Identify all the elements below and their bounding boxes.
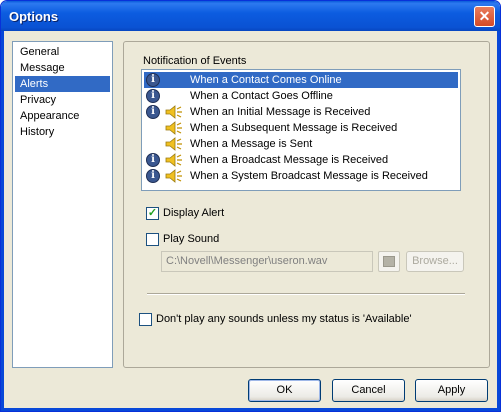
sidebar-item-alerts[interactable]: Alerts (15, 76, 110, 92)
play-sound-button[interactable] (378, 251, 400, 272)
list-item[interactable]: i When an Initial Message is Received (144, 104, 458, 120)
list-item[interactable]: i When a System Broadcast Message is Rec… (144, 168, 458, 184)
event-label: When a System Broadcast Message is Recei… (190, 170, 428, 182)
sidebar-item-general[interactable]: General (15, 44, 110, 60)
display-alert-checkbox[interactable]: ✓ (146, 207, 159, 220)
window-frame-bottom (1, 408, 500, 411)
cancel-button[interactable]: Cancel (332, 379, 405, 402)
event-label: When a Message is Sent (190, 138, 313, 150)
apply-button[interactable]: Apply (415, 379, 488, 402)
info-icon: i (146, 105, 160, 119)
event-label: When an Initial Message is Received (190, 106, 371, 118)
notification-events-label: Notification of Events (143, 55, 247, 67)
category-list[interactable]: General Message Alerts Privacy Appearanc… (12, 41, 113, 368)
divider (147, 293, 465, 295)
ok-button[interactable]: OK (248, 379, 321, 402)
event-label: When a Contact Comes Online (190, 74, 342, 86)
info-icon: i (146, 73, 160, 87)
list-item[interactable]: i When a Contact Goes Offline (144, 88, 458, 104)
window-frame-left (1, 31, 4, 411)
events-list[interactable]: i When a Contact Comes Online i When a C… (141, 69, 461, 191)
speaker-icon (165, 121, 182, 135)
speaker-icon (165, 153, 182, 167)
window-title: Options (9, 9, 59, 24)
status-only-label[interactable]: Don't play any sounds unless my status i… (156, 313, 412, 325)
sidebar-item-appearance[interactable]: Appearance (15, 108, 110, 124)
play-sound-checkbox[interactable] (146, 233, 159, 246)
list-item[interactable]: When a Subsequent Message is Received (144, 120, 458, 136)
sidebar-item-message[interactable]: Message (15, 60, 110, 76)
list-item[interactable]: When a Message is Sent (144, 136, 458, 152)
event-label: When a Contact Goes Offline (190, 90, 333, 102)
play-sound-label[interactable]: Play Sound (163, 233, 219, 245)
sound-swatch-icon (383, 256, 395, 267)
close-icon: ✕ (478, 8, 491, 24)
sound-path-field[interactable]: C:\Novell\Messenger\useron.wav (161, 251, 373, 272)
status-only-checkbox[interactable] (139, 313, 152, 326)
speaker-icon (165, 105, 182, 119)
options-window: Options ✕ General Message Alerts Privacy… (0, 0, 501, 412)
event-label: When a Subsequent Message is Received (190, 122, 398, 134)
speaker-icon (165, 169, 182, 183)
info-icon: i (146, 89, 160, 103)
browse-button[interactable]: Browse... (406, 251, 464, 272)
list-item[interactable]: i When a Contact Comes Online (144, 72, 458, 88)
sidebar-item-privacy[interactable]: Privacy (15, 92, 110, 108)
info-icon: i (146, 153, 160, 167)
list-item[interactable]: i When a Broadcast Message is Received (144, 152, 458, 168)
event-label: When a Broadcast Message is Received (190, 154, 389, 166)
speaker-icon (165, 137, 182, 151)
window-frame-right (497, 31, 500, 411)
sidebar-item-history[interactable]: History (15, 124, 110, 140)
checkmark-icon: ✓ (147, 207, 158, 219)
close-button[interactable]: ✕ (474, 6, 495, 27)
title-bar: Options ✕ (1, 1, 500, 31)
info-icon: i (146, 169, 160, 183)
display-alert-label[interactable]: Display Alert (163, 207, 224, 219)
